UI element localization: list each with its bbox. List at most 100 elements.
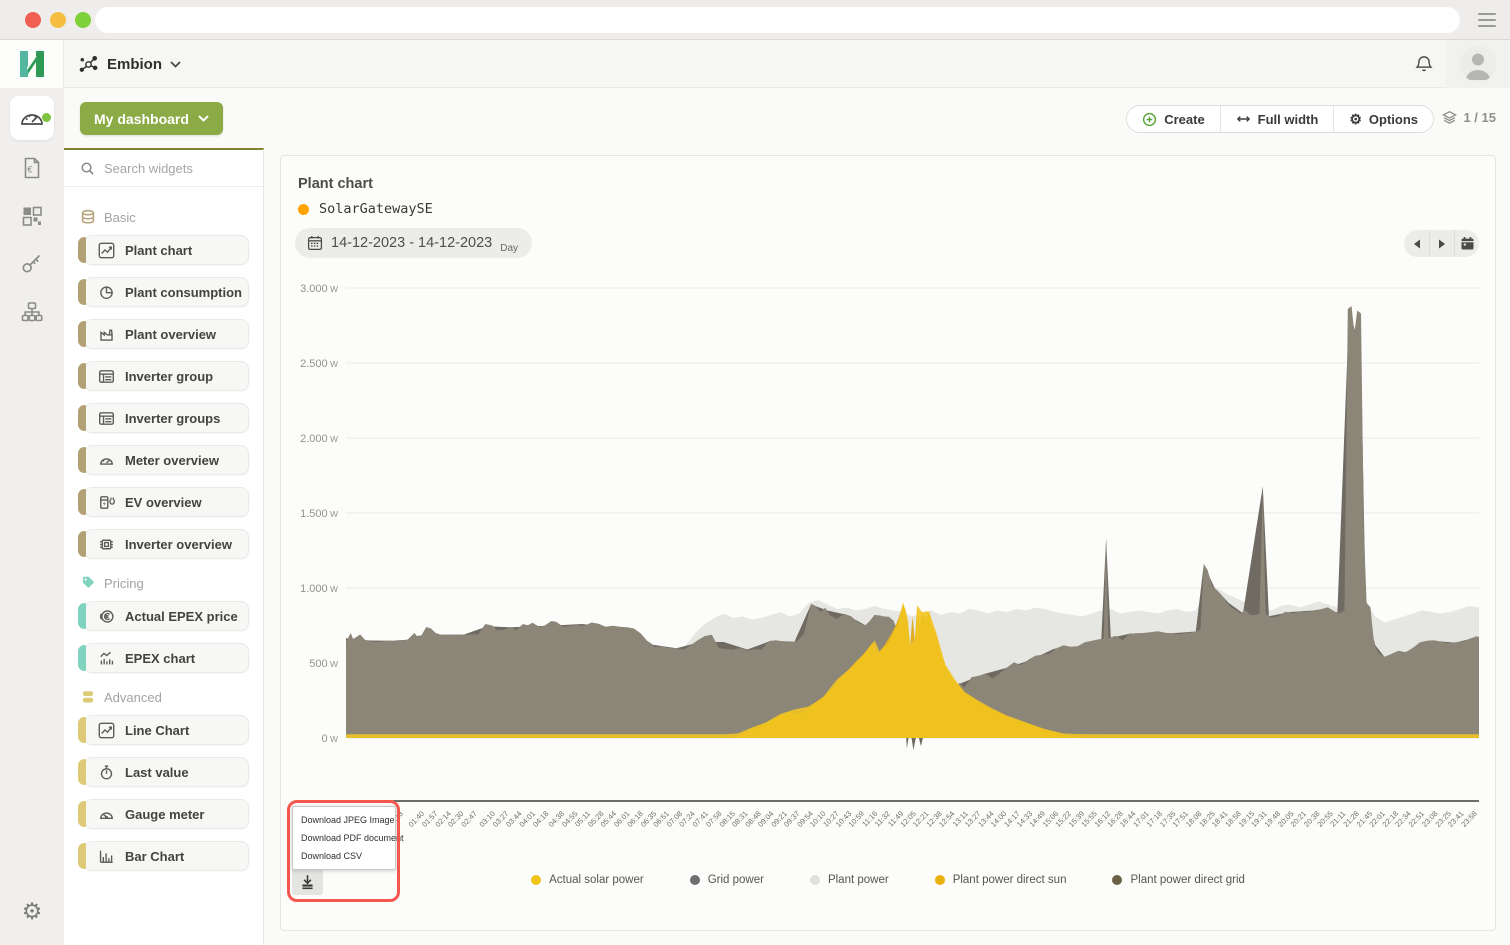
widget-item-last-value[interactable]: Last value bbox=[84, 757, 249, 787]
plant-chart-svg: 0 W500 W1.000 W1.500 W2.000 W2.500 W3.00… bbox=[291, 276, 1487, 868]
key-icon bbox=[20, 252, 44, 276]
dashboard-actions-group: Create Full width ⚙ Options bbox=[1126, 105, 1434, 133]
chart-canvas: 0 W500 W1.000 W1.500 W2.000 W2.500 W3.00… bbox=[291, 276, 1487, 868]
legend-item-plant-power-direct-grid[interactable]: Plant power direct grid bbox=[1112, 874, 1244, 886]
download-menu-item-0[interactable]: Download JPEG Image bbox=[293, 811, 395, 829]
chip-icon bbox=[98, 536, 115, 553]
user-avatar-button[interactable] bbox=[1446, 40, 1510, 88]
legend-item-actual-solar-power[interactable]: Actual solar power bbox=[531, 874, 644, 886]
line-chart-icon bbox=[98, 242, 115, 259]
widget-accent bbox=[78, 237, 86, 263]
widget-accent bbox=[78, 645, 86, 671]
rail-item-structure[interactable] bbox=[0, 288, 64, 336]
widget-item-meter-overview[interactable]: Meter overview bbox=[84, 445, 249, 475]
traffic-light-close[interactable] bbox=[25, 12, 41, 28]
x-tick-label: 23:58 bbox=[1459, 809, 1479, 829]
sitemap-icon bbox=[20, 300, 44, 324]
traffic-light-zoom[interactable] bbox=[75, 12, 91, 28]
rail-item-widgets[interactable] bbox=[0, 192, 64, 240]
plus-circle-icon bbox=[1142, 112, 1157, 127]
widget-item-inverter-overview[interactable]: Inverter overview bbox=[84, 529, 249, 559]
widget-accent bbox=[78, 321, 86, 347]
widget-item-label: Last value bbox=[125, 765, 189, 780]
widget-item-gauge-meter[interactable]: Gauge meter bbox=[84, 799, 249, 829]
legend-label: Actual solar power bbox=[549, 874, 644, 886]
calendar-filled-icon bbox=[1460, 236, 1475, 251]
widget-item-line-chart[interactable]: Line Chart bbox=[84, 715, 249, 745]
legend-dot bbox=[810, 875, 820, 885]
create-label: Create bbox=[1164, 112, 1204, 127]
create-button[interactable]: Create bbox=[1127, 106, 1219, 132]
widget-item-label: Line Chart bbox=[125, 723, 189, 738]
download-menu: Download JPEG ImageDownload PDF document… bbox=[292, 806, 396, 870]
download-button[interactable] bbox=[292, 868, 323, 895]
svg-text:€: € bbox=[27, 165, 33, 176]
arrow-left-icon bbox=[1413, 239, 1421, 249]
org-switcher[interactable]: Embion bbox=[78, 40, 181, 88]
period-nav-group bbox=[1404, 230, 1479, 257]
legend-item-grid-power[interactable]: Grid power bbox=[690, 874, 764, 886]
widget-item-epex-chart[interactable]: EPEX chart bbox=[84, 643, 249, 673]
tag-icon bbox=[80, 575, 96, 591]
widget-item-inverter-groups[interactable]: Inverter groups bbox=[84, 403, 249, 433]
legend-item-plant-power-direct-sun[interactable]: Plant power direct sun bbox=[935, 874, 1067, 886]
section-header-pricing: Pricing bbox=[80, 575, 249, 591]
active-status-dot bbox=[42, 113, 51, 122]
options-button[interactable]: ⚙ Options bbox=[1333, 106, 1433, 132]
full-width-button[interactable]: Full width bbox=[1220, 106, 1334, 132]
widget-sidebar: BasicPlant chartPlant consumptionPlant o… bbox=[64, 148, 264, 945]
h-logo-icon bbox=[16, 48, 48, 80]
prev-period-button[interactable] bbox=[1404, 230, 1429, 257]
y-axis-label: 2.500 W bbox=[300, 358, 338, 370]
widget-item-plant-chart[interactable]: Plant chart bbox=[84, 235, 249, 265]
legend-item-plant-power[interactable]: Plant power bbox=[810, 874, 889, 886]
bar-chart-icon bbox=[98, 848, 115, 865]
stopwatch-icon bbox=[98, 764, 115, 781]
search-widgets-input[interactable] bbox=[104, 161, 244, 176]
table-list-icon bbox=[98, 410, 115, 427]
date-range-button[interactable]: 14-12-2023 - 14-12-2023 Day bbox=[295, 228, 532, 258]
widget-search bbox=[64, 150, 263, 187]
widget-item-label: EV overview bbox=[125, 495, 202, 510]
next-period-button[interactable] bbox=[1429, 230, 1454, 257]
arrows-horizontal-icon bbox=[1236, 113, 1251, 125]
widget-accent bbox=[78, 405, 86, 431]
widget-item-actual-epex-price[interactable]: Actual EPEX price bbox=[84, 601, 249, 631]
rail-item-dashboard[interactable] bbox=[10, 96, 54, 140]
download-menu-item-1[interactable]: Download PDF document bbox=[293, 829, 395, 847]
widget-item-ev-overview[interactable]: EV overview bbox=[84, 487, 249, 517]
ev-charger-icon bbox=[98, 494, 115, 511]
calendar-picker-button[interactable] bbox=[1454, 230, 1479, 257]
rail-item-settings[interactable]: ⚙ bbox=[0, 891, 64, 931]
section-label: Pricing bbox=[104, 576, 144, 591]
legend-label: Grid power bbox=[708, 874, 764, 886]
factory-icon bbox=[98, 326, 115, 343]
widget-accent bbox=[78, 759, 86, 785]
notification-bell-button[interactable] bbox=[1402, 40, 1446, 88]
widget-accent bbox=[78, 531, 86, 557]
widget-item-inverter-group[interactable]: Inverter group bbox=[84, 361, 249, 391]
app-logo[interactable] bbox=[0, 40, 64, 88]
legend-label: Plant power direct grid bbox=[1130, 874, 1244, 886]
widget-item-label: Gauge meter bbox=[125, 807, 204, 822]
y-axis-label: 500 W bbox=[309, 658, 338, 670]
full-width-label: Full width bbox=[1258, 112, 1319, 127]
bell-icon bbox=[1413, 52, 1435, 76]
widget-item-plant-overview[interactable]: Plant overview bbox=[84, 319, 249, 349]
widget-item-label: Actual EPEX price bbox=[125, 609, 238, 624]
rail-item-billing[interactable]: € bbox=[0, 144, 64, 192]
widget-item-label: Inverter group bbox=[125, 369, 213, 384]
dashboard-selector-button[interactable]: My dashboard bbox=[80, 102, 223, 135]
widget-item-plant-consumption[interactable]: Plant consumption bbox=[84, 277, 249, 307]
y-axis-label: 1.000 W bbox=[300, 583, 338, 595]
traffic-light-minimize[interactable] bbox=[50, 12, 66, 28]
widget-item-bar-chart[interactable]: Bar Chart bbox=[84, 841, 249, 871]
browser-menu-icon[interactable] bbox=[1478, 13, 1496, 27]
widget-sections: BasicPlant chartPlant consumptionPlant o… bbox=[64, 187, 263, 871]
download-icon bbox=[299, 873, 316, 890]
legend-dot bbox=[1112, 875, 1122, 885]
browser-url-bar[interactable] bbox=[95, 7, 1460, 33]
device-name: SolarGatewaySE bbox=[319, 201, 433, 217]
rail-item-access[interactable] bbox=[0, 240, 64, 288]
download-menu-item-2[interactable]: Download CSV bbox=[293, 847, 395, 865]
